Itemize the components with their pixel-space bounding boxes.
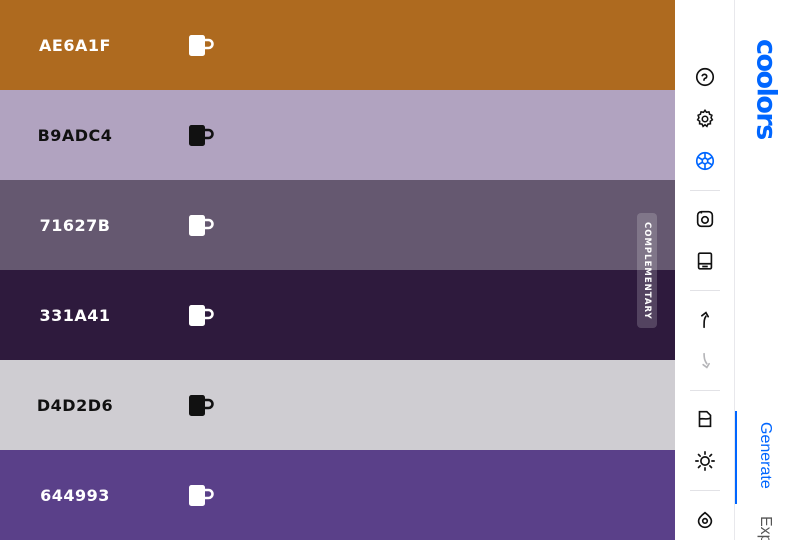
gear-icon <box>696 108 714 128</box>
color-wheel-icon <box>695 151 715 171</box>
active-tab-indicator <box>735 411 737 504</box>
palette: AE6A1F B9ADC4 71627B 331A41 D4D2D6 644993 <box>0 0 675 540</box>
color-swatch[interactable]: 331A41 <box>0 270 675 360</box>
hex-code[interactable]: B9ADC4 <box>0 126 150 145</box>
color-swatch[interactable]: AE6A1F <box>0 0 675 90</box>
mug-icon[interactable] <box>188 214 216 238</box>
color-wheel-button[interactable] <box>690 146 720 176</box>
mug-icon[interactable] <box>188 394 216 418</box>
mode-badge[interactable]: COMPLEMENTARY <box>637 213 657 328</box>
undo-button[interactable] <box>690 304 720 334</box>
hex-code[interactable]: D4D2D6 <box>0 396 150 415</box>
visibility-button[interactable] <box>690 505 720 535</box>
toolbar-divider <box>690 490 720 491</box>
export-icon <box>697 252 713 270</box>
clock-icon <box>695 67 715 87</box>
undo-icon <box>700 311 710 329</box>
redo-button[interactable] <box>690 346 720 376</box>
export-button[interactable] <box>690 246 720 276</box>
color-swatch[interactable]: 71627B <box>0 180 675 270</box>
eye-icon <box>697 511 713 529</box>
hex-code[interactable]: 71627B <box>0 216 150 235</box>
brand-logo[interactable]: coolors <box>750 26 782 151</box>
nav-tab-explore[interactable]: Exp <box>753 516 777 540</box>
toolbar-divider <box>690 290 720 291</box>
color-swatch[interactable]: B9ADC4 <box>0 90 675 180</box>
mug-icon[interactable] <box>188 34 216 58</box>
bookmark-icon <box>698 410 712 428</box>
mode-label: COMPLEMENTARY <box>642 221 652 320</box>
toolbar-divider <box>690 190 720 191</box>
save-palette-button[interactable] <box>690 404 720 434</box>
toolbar <box>675 0 735 540</box>
history-button[interactable] <box>690 62 720 92</box>
hex-code[interactable]: 331A41 <box>0 306 150 325</box>
mug-icon[interactable] <box>188 124 216 148</box>
camera-icon <box>696 210 714 228</box>
mug-icon[interactable] <box>188 304 216 328</box>
color-swatch[interactable]: D4D2D6 <box>0 360 675 450</box>
nav-tab-label: Exp <box>757 516 774 540</box>
nav-tab-label: Generate <box>757 422 774 489</box>
toolbar-divider <box>690 390 720 391</box>
sun-icon <box>695 451 715 471</box>
nav-tab-generate[interactable]: Generate <box>753 422 777 489</box>
hex-code[interactable]: 644993 <box>0 486 150 505</box>
image-picker-button[interactable] <box>690 204 720 234</box>
color-swatch[interactable]: 644993 <box>0 450 675 540</box>
settings-button[interactable] <box>690 104 720 134</box>
side-navigation: coolors Generate Exp <box>735 0 795 540</box>
hex-code[interactable]: AE6A1F <box>0 36 150 55</box>
theme-toggle-button[interactable] <box>690 446 720 476</box>
logo-text: coolors <box>750 38 782 139</box>
redo-icon <box>702 352 710 369</box>
mug-icon[interactable] <box>188 484 216 508</box>
